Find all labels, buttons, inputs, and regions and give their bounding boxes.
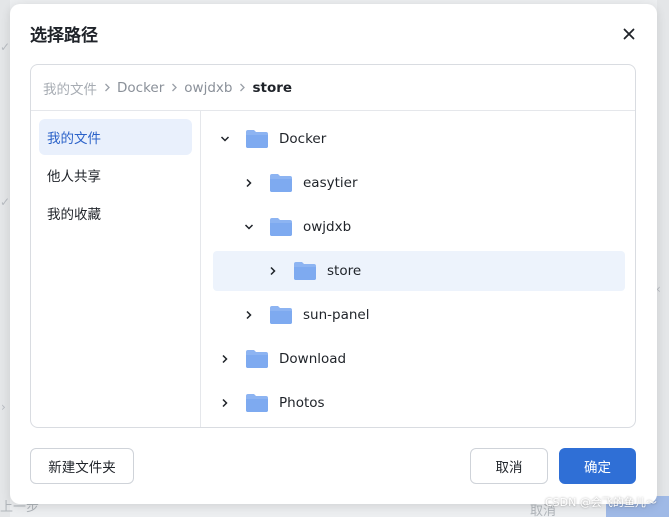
tree-node-owjdxb[interactable]: owjdxb xyxy=(213,205,625,249)
sidebar-item-favorites[interactable]: 我的收藏 xyxy=(39,195,192,231)
folder-tree: Docker easytier owjdxb store sun-panel D… xyxy=(201,111,635,427)
sidebar-item-my-files[interactable]: 我的文件 xyxy=(39,119,192,155)
chevron-right-icon xyxy=(235,83,249,92)
breadcrumb-owjdxb[interactable]: owjdxb xyxy=(184,80,232,96)
tree-node-sun-panel[interactable]: sun-panel xyxy=(213,293,625,337)
chevron-icon: ✓ xyxy=(0,40,11,54)
breadcrumb-my-files[interactable]: 我的文件 xyxy=(43,78,97,98)
chevron-down-icon[interactable] xyxy=(237,215,261,239)
folder-icon xyxy=(246,350,268,368)
close-icon xyxy=(623,28,635,40)
new-folder-button[interactable]: 新建文件夹 xyxy=(30,448,134,484)
watermark: CSDN @会飞的鱼儿～ xyxy=(545,496,657,509)
tree-node-label: Photos xyxy=(279,395,325,411)
chevron-right-icon[interactable] xyxy=(213,391,237,415)
folder-icon xyxy=(294,262,316,280)
tree-node-label: sun-panel xyxy=(303,307,370,323)
folder-icon xyxy=(246,394,268,412)
chevron-right-icon xyxy=(167,83,181,92)
cancel-button[interactable]: 取消 xyxy=(470,448,548,484)
folder-icon xyxy=(270,174,292,192)
chevron-icon: ✓ xyxy=(0,195,11,209)
chevron-right-icon[interactable] xyxy=(261,259,285,283)
folder-icon xyxy=(246,130,268,148)
select-path-dialog: 选择路径 我的文件 Docker owjdxb store 我的文件 他人共享 … xyxy=(10,4,657,504)
tree-node-label: Docker xyxy=(279,131,327,147)
chevron-right-icon[interactable] xyxy=(237,171,261,195)
sidebar-item-label: 他人共享 xyxy=(47,169,101,185)
chevron-right-icon[interactable] xyxy=(237,303,261,327)
folder-icon xyxy=(270,218,292,236)
chevron-down-icon[interactable] xyxy=(213,127,237,151)
breadcrumb: 我的文件 Docker owjdxb store xyxy=(31,65,635,111)
sidebar-item-label: 我的文件 xyxy=(47,131,101,147)
breadcrumb-store: store xyxy=(252,79,293,96)
location-sidebar: 我的文件 他人共享 我的收藏 xyxy=(31,111,201,427)
tree-node-photos[interactable]: Photos xyxy=(213,381,625,425)
breadcrumb-docker[interactable]: Docker xyxy=(117,80,164,96)
sidebar-item-label: 我的收藏 xyxy=(47,207,101,223)
chevron-right-icon: › xyxy=(1,400,6,414)
chevron-right-icon[interactable] xyxy=(213,347,237,371)
dialog-title: 选择路径 xyxy=(30,26,98,46)
background-left-panel xyxy=(0,0,10,517)
chevron-right-icon xyxy=(100,83,114,92)
folder-icon xyxy=(270,306,292,324)
tree-node-easytier[interactable]: easytier xyxy=(213,161,625,205)
tree-node-docker[interactable]: Docker xyxy=(213,117,625,161)
tree-node-label: easytier xyxy=(303,175,358,191)
background-right-panel xyxy=(657,0,669,517)
tree-node-store[interactable]: store xyxy=(213,251,625,291)
tree-node-label: Download xyxy=(279,351,347,367)
close-button[interactable] xyxy=(619,24,639,44)
sidebar-item-shared[interactable]: 他人共享 xyxy=(39,157,192,193)
file-browser: 我的文件 Docker owjdxb store 我的文件 他人共享 我的收藏 xyxy=(30,64,636,428)
tree-node-download[interactable]: Download xyxy=(213,337,625,381)
confirm-button[interactable]: 确定 xyxy=(559,448,636,484)
tree-node-label: owjdxb xyxy=(303,219,352,235)
tree-node-label: store xyxy=(327,263,362,279)
